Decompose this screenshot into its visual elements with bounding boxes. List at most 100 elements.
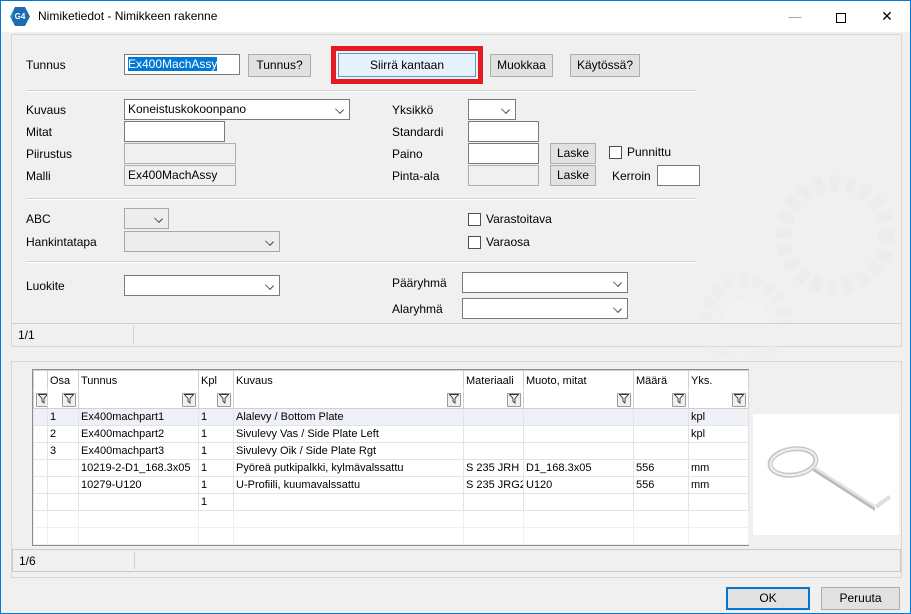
column-header-4[interactable]: Kuvaus <box>234 371 464 391</box>
cell[interactable]: kpl <box>689 409 749 426</box>
cell[interactable]: U120 <box>524 477 634 494</box>
column-header-3[interactable]: Kpl <box>199 371 234 391</box>
cell[interactable]: kpl <box>689 426 749 443</box>
cell[interactable] <box>524 443 634 460</box>
laske-pinta-ala-button[interactable]: Laske <box>550 165 596 186</box>
cell[interactable] <box>464 528 524 545</box>
cell[interactable] <box>524 409 634 426</box>
cell[interactable] <box>79 494 199 511</box>
tunnus-query-button[interactable]: Tunnus? <box>248 54 311 77</box>
column-header-6[interactable]: Muoto, mitat <box>524 371 634 391</box>
cell[interactable]: 10219-2-D1_168.3x05 <box>79 460 199 477</box>
cell[interactable] <box>79 528 199 545</box>
column-header-1[interactable]: Osa <box>48 371 79 391</box>
cell[interactable]: 556 <box>634 460 689 477</box>
cell[interactable] <box>464 511 524 528</box>
cell[interactable] <box>199 511 234 528</box>
cell[interactable]: 1 <box>199 409 234 426</box>
cell[interactable] <box>234 494 464 511</box>
laske-paino-button[interactable]: Laske <box>550 143 596 164</box>
table-row[interactable]: 10279-U1201U-Profiili, kuumavalssattuS 2… <box>34 477 749 494</box>
varaosa-checkbox[interactable]: Varaosa <box>468 235 530 249</box>
cell[interactable] <box>79 511 199 528</box>
cell[interactable] <box>689 528 749 545</box>
cell[interactable]: 556 <box>634 477 689 494</box>
luokite-combobox[interactable] <box>124 275 280 296</box>
cell[interactable] <box>524 426 634 443</box>
kuvaus-combobox[interactable]: Koneistuskokoonpano <box>124 99 350 120</box>
varastoitava-checkbox[interactable]: Varastoitava <box>468 212 552 226</box>
table-row[interactable]: 10219-2-D1_168.3x051Pyöreä putkipalkki, … <box>34 460 749 477</box>
cell[interactable] <box>48 460 79 477</box>
table-row[interactable] <box>34 511 749 528</box>
cell[interactable] <box>634 426 689 443</box>
filter-icon[interactable] <box>182 393 196 407</box>
cell[interactable]: 1 <box>199 477 234 494</box>
cell[interactable] <box>634 511 689 528</box>
cell[interactable] <box>34 443 48 460</box>
cell[interactable]: 1 <box>48 409 79 426</box>
punnittu-checkbox[interactable]: Punnittu <box>609 145 671 159</box>
yksikko-combobox[interactable] <box>468 99 516 120</box>
cell[interactable] <box>634 409 689 426</box>
standardi-input[interactable] <box>468 121 539 142</box>
cell[interactable] <box>48 528 79 545</box>
cell[interactable] <box>689 511 749 528</box>
cell[interactable]: 1 <box>199 443 234 460</box>
filter-icon[interactable] <box>507 393 521 407</box>
cell[interactable] <box>464 409 524 426</box>
mitat-input[interactable] <box>124 121 225 142</box>
paaryhma-combobox[interactable] <box>462 272 628 293</box>
cell[interactable] <box>34 460 48 477</box>
cell[interactable] <box>634 494 689 511</box>
filter-icon[interactable] <box>447 393 461 407</box>
kerroin-input[interactable] <box>657 165 700 186</box>
cell[interactable]: 2 <box>48 426 79 443</box>
kaytossa-button[interactable]: Käytössä? <box>570 54 640 77</box>
ok-button[interactable]: OK <box>726 587 810 610</box>
cell[interactable]: D1_168.3x05 <box>524 460 634 477</box>
siirra-kantaan-button[interactable]: Siirrä kantaan <box>338 53 476 77</box>
cell[interactable]: mm <box>689 460 749 477</box>
cell[interactable] <box>48 494 79 511</box>
filter-icon[interactable] <box>62 393 76 407</box>
table-row[interactable]: 2Ex400machpart21Sivulevy Vas / Side Plat… <box>34 426 749 443</box>
cell[interactable]: Ex400machpart3 <box>79 443 199 460</box>
cell[interactable]: 1 <box>199 426 234 443</box>
cell[interactable]: Sivulevy Oik / Side Plate Rgt <box>234 443 464 460</box>
cell[interactable]: Sivulevy Vas / Side Plate Left <box>234 426 464 443</box>
cell[interactable] <box>634 443 689 460</box>
hankintatapa-combobox[interactable] <box>124 231 280 252</box>
cancel-button[interactable]: Peruuta <box>821 587 900 610</box>
cell[interactable] <box>464 494 524 511</box>
column-header-5[interactable]: Materiaali <box>464 371 524 391</box>
cell[interactable] <box>34 426 48 443</box>
filter-icon[interactable] <box>732 393 746 407</box>
close-button[interactable]: ✕ <box>864 1 910 32</box>
cell[interactable]: 1 <box>199 460 234 477</box>
cell[interactable] <box>234 528 464 545</box>
cell[interactable] <box>34 494 48 511</box>
cell[interactable] <box>524 528 634 545</box>
paino-input[interactable] <box>468 143 539 164</box>
cell[interactable] <box>34 528 48 545</box>
column-header-2[interactable]: Tunnus <box>79 371 199 391</box>
cell[interactable]: Ex400machpart2 <box>79 426 199 443</box>
cell[interactable]: 10279-U120 <box>79 477 199 494</box>
cell[interactable] <box>524 494 634 511</box>
cell[interactable]: 3 <box>48 443 79 460</box>
cell[interactable] <box>524 511 634 528</box>
column-header-7[interactable]: Määrä <box>634 371 689 391</box>
cell[interactable] <box>689 443 749 460</box>
filter-icon[interactable] <box>217 393 231 407</box>
cell[interactable]: Pyöreä putkipalkki, kylmävalssattu <box>234 460 464 477</box>
cell[interactable]: Alalevy / Bottom Plate <box>234 409 464 426</box>
column-header-8[interactable]: Yks. <box>689 371 749 391</box>
cell[interactable] <box>634 528 689 545</box>
filter-icon[interactable] <box>672 393 686 407</box>
cell[interactable] <box>34 511 48 528</box>
table-row[interactable]: 1Ex400machpart11Alalevy / Bottom Platekp… <box>34 409 749 426</box>
cell[interactable] <box>34 409 48 426</box>
cell[interactable] <box>48 477 79 494</box>
filter-icon[interactable] <box>36 393 48 407</box>
